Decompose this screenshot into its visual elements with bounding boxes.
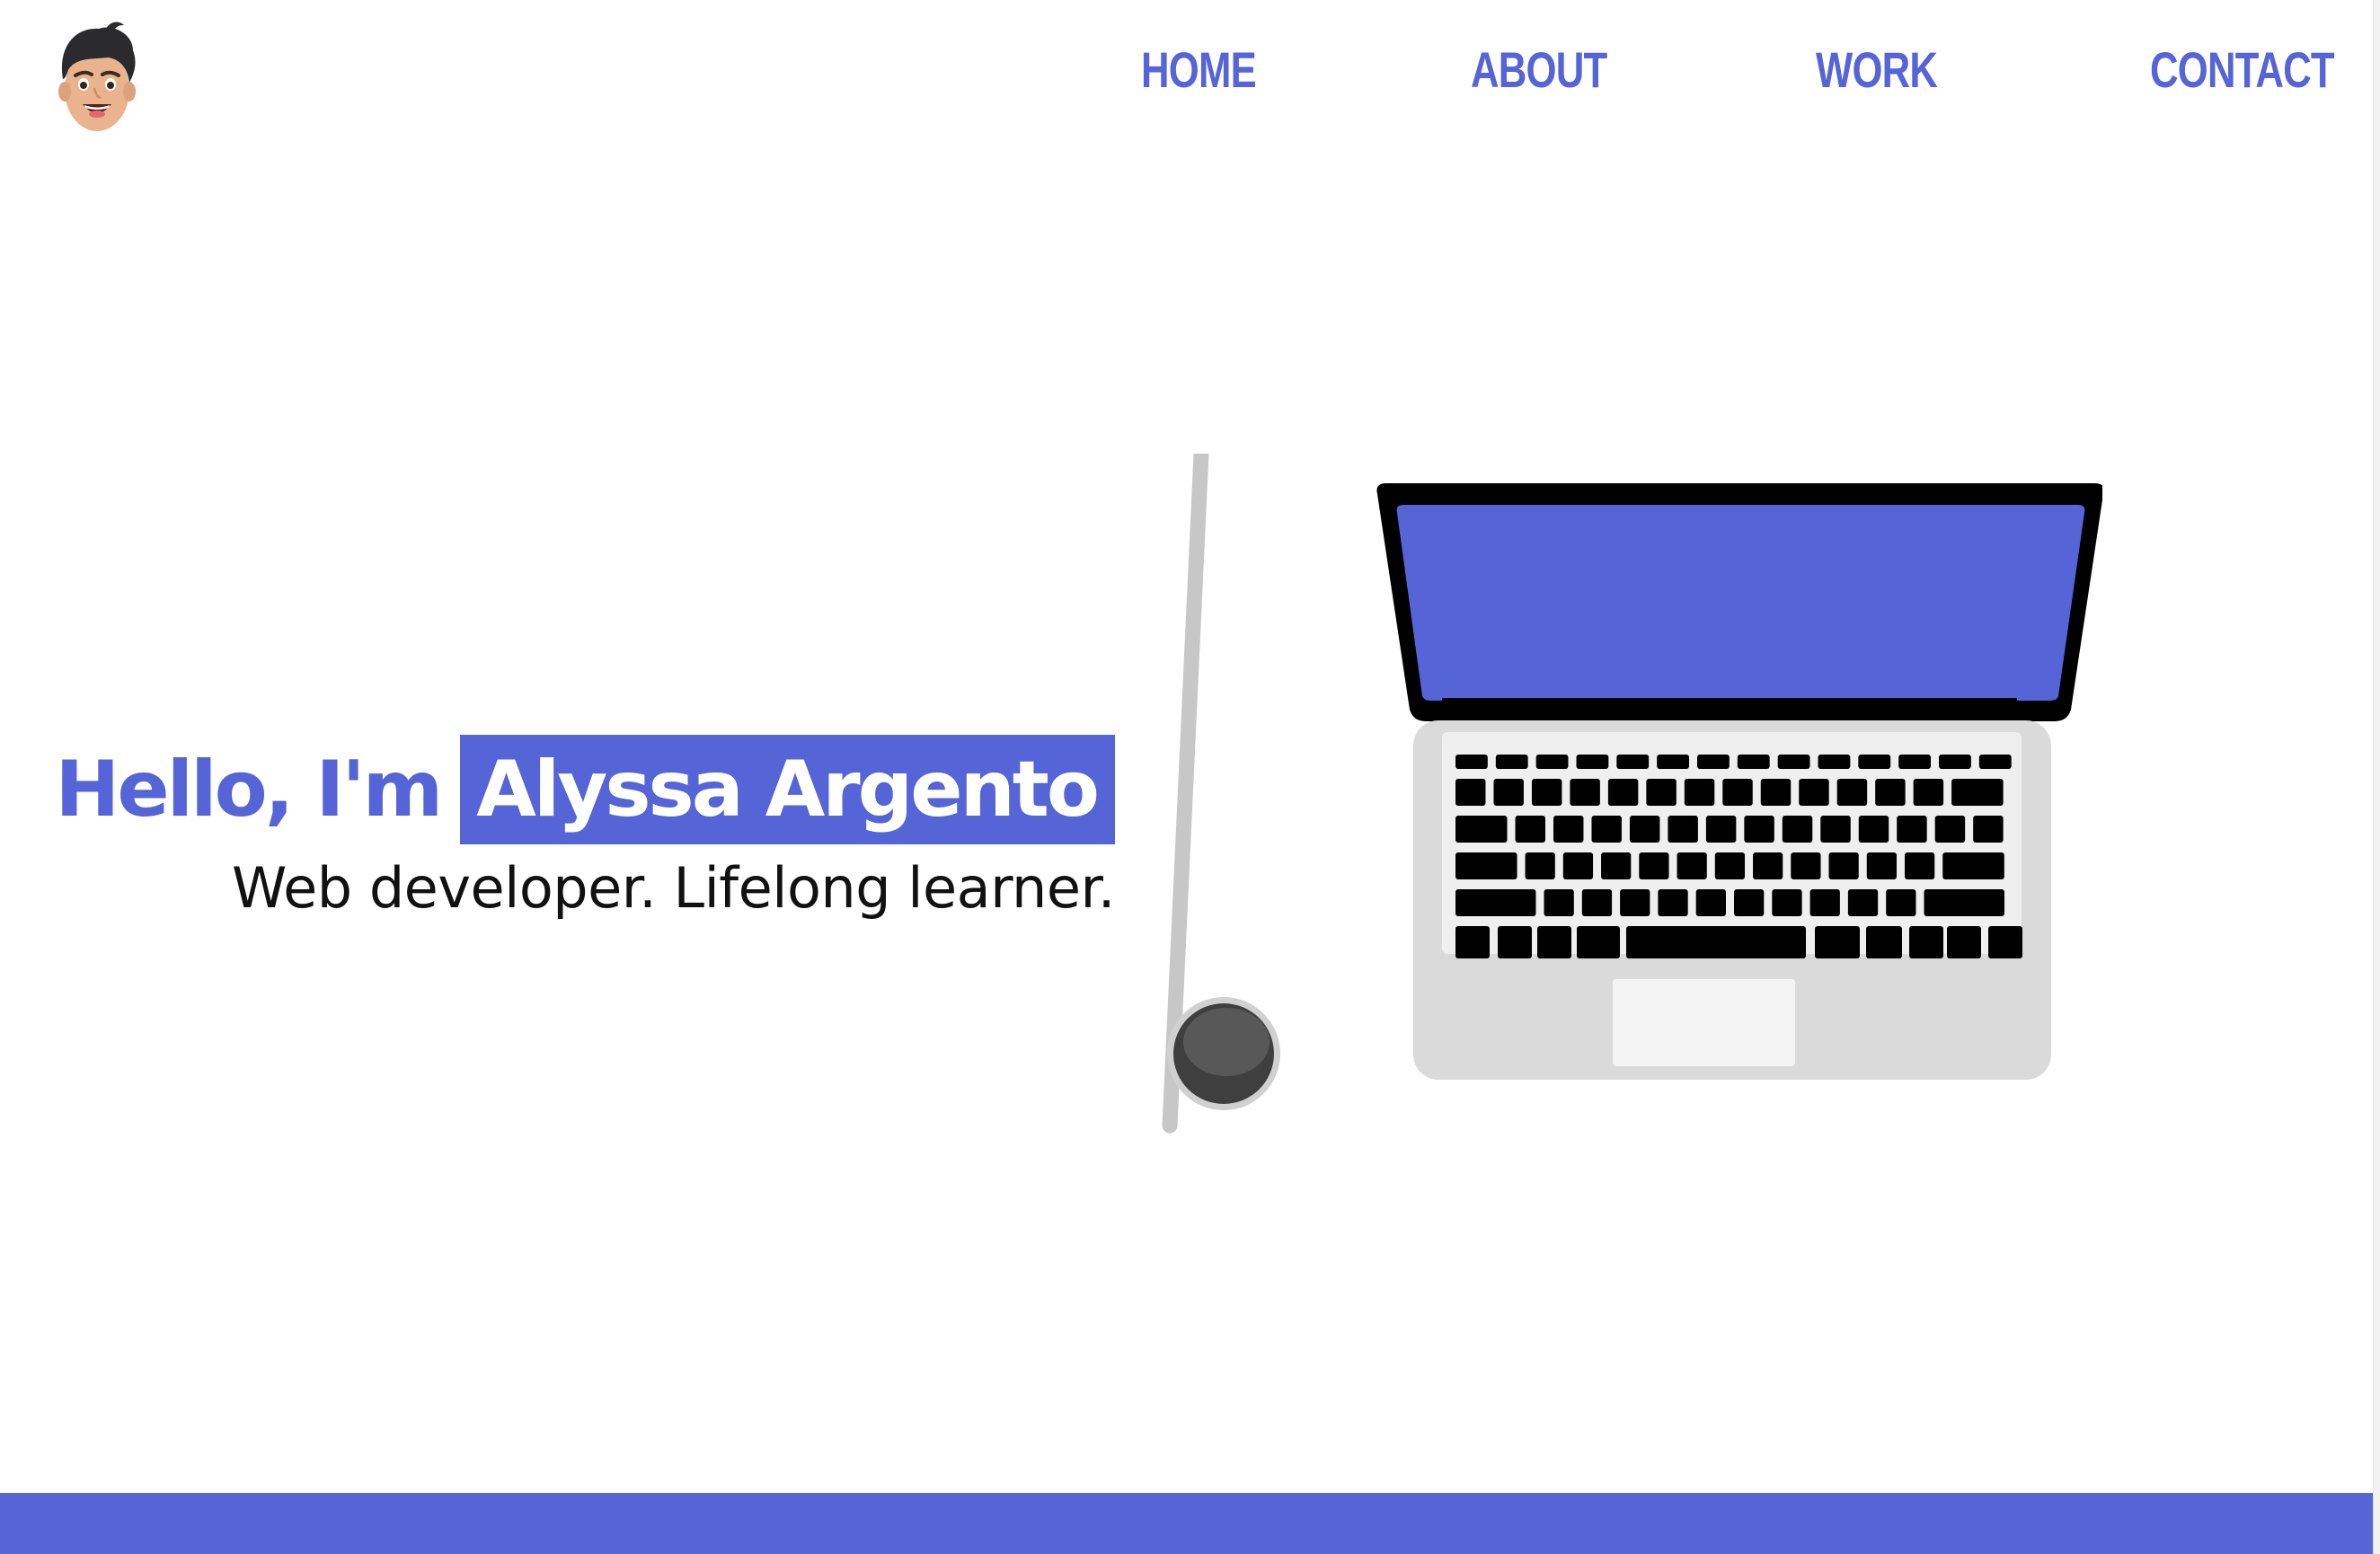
desk-illustration [1162,454,2102,1134]
keyboard-key [1909,926,1943,958]
keyboard-key [1815,926,1860,958]
keyboard-key [1858,755,1891,769]
keyboard-key [1620,889,1650,916]
keyboard-key [1535,755,1569,769]
keyboard-key [1904,852,1935,879]
keyboard-key [1455,852,1517,879]
keyboard-key [1616,755,1650,769]
keyboard-key [1799,779,1829,806]
keyboard-key [1913,779,1944,806]
keyboard-key [1753,852,1783,879]
scrollbar-edge [2373,0,2380,1554]
footer-band [0,1493,2373,1554]
keyboard-key [1939,755,1971,769]
keyboard-key [1455,926,1490,958]
nav-work-link[interactable]: WORK [1816,34,1938,106]
keyboard-key [1820,816,1851,843]
keyboard-key [1544,889,1574,916]
keyboard-key [1947,926,1981,958]
coffee-mug-icon [1162,454,1280,1134]
keyboard-key [1601,852,1632,879]
keyboard-key [1988,926,2022,958]
keyboard-key [1809,889,1840,916]
keyboard-key [1553,816,1584,843]
keyboard-key [1942,852,2004,879]
keyboard-key [1626,926,1806,958]
memoji-avatar-icon[interactable] [52,20,142,137]
keyboard-key [1760,779,1792,806]
keyboard-key [1677,852,1707,879]
keyboard-key [1577,926,1620,958]
keyboard-key [1695,889,1726,916]
keyboard-key [1836,779,1868,806]
keyboard-key [1455,816,1508,843]
keyboard-key [1866,926,1902,958]
hero-tagline: Web developer. Lifelong learner. [231,855,1116,921]
keyboard-key [1537,926,1571,958]
keyboard-key [1639,852,1669,879]
hero-heading: Hello, I'm Alyssa Argento [55,735,1115,844]
keyboard-key [1591,816,1622,843]
keyboard-key [1898,755,1932,769]
keyboard-key [1777,755,1810,769]
keyboard-key [1782,816,1813,843]
keyboard-key [1722,779,1753,806]
keyboard-key [1495,755,1528,769]
keyboard-key [1498,926,1532,958]
keyboard-key [1951,779,2004,806]
keyboard-key [1791,852,1821,879]
hero-greeting: Hello, I'm [55,745,443,834]
keyboard-key [1733,889,1765,916]
keyboard-key [1973,816,2004,843]
keyboard-key [1607,779,1639,806]
keyboard-key [1818,755,1851,769]
nav-contact-link[interactable]: CONTACT [2150,34,2335,106]
keyboard-key [1684,779,1715,806]
keyboard-key [1515,816,1545,843]
nav-home-link[interactable]: HOME [1141,34,1257,106]
keyboard-key [1646,779,1677,806]
keyboard-key [1714,852,1746,879]
keyboard-key [1978,755,2012,769]
keyboard-key [1562,852,1594,879]
laptop-icon [1376,483,2102,1080]
keyboard-key [1705,816,1737,843]
keyboard-key [1934,816,1966,843]
keyboard-key [1697,755,1730,769]
keyboard-key [1668,816,1698,843]
keyboard-key [1581,889,1613,916]
keyboard-key [1525,852,1555,879]
keyboard-key [1455,755,1488,769]
keyboard-key [1658,889,1688,916]
keyboard-key [1570,779,1600,806]
keyboard-key [1455,889,1536,916]
keyboard-key [1744,816,1774,843]
keyboard-key [1493,779,1524,806]
keyboard-key [1866,852,1897,879]
keyboard-key [1886,889,1916,916]
keyboard-key [1897,816,1927,843]
keyboard-key [1772,889,1802,916]
keyboard-key [1847,889,1879,916]
hero-name-highlight: Alyssa Argento [460,735,1115,844]
keyboard-key [1531,779,1562,806]
keyboard-key [1737,755,1770,769]
keyboard-key [1657,755,1690,769]
keyboard-key [1576,755,1609,769]
nav-about-link[interactable]: ABOUT [1471,34,1607,106]
keyboard-key [1858,816,1889,843]
keyboard-key [1924,889,2004,916]
keyboard-key [1828,852,1859,879]
keyboard-key [1629,816,1660,843]
keyboard-key [1875,779,1906,806]
keyboard-key [1455,779,1486,806]
